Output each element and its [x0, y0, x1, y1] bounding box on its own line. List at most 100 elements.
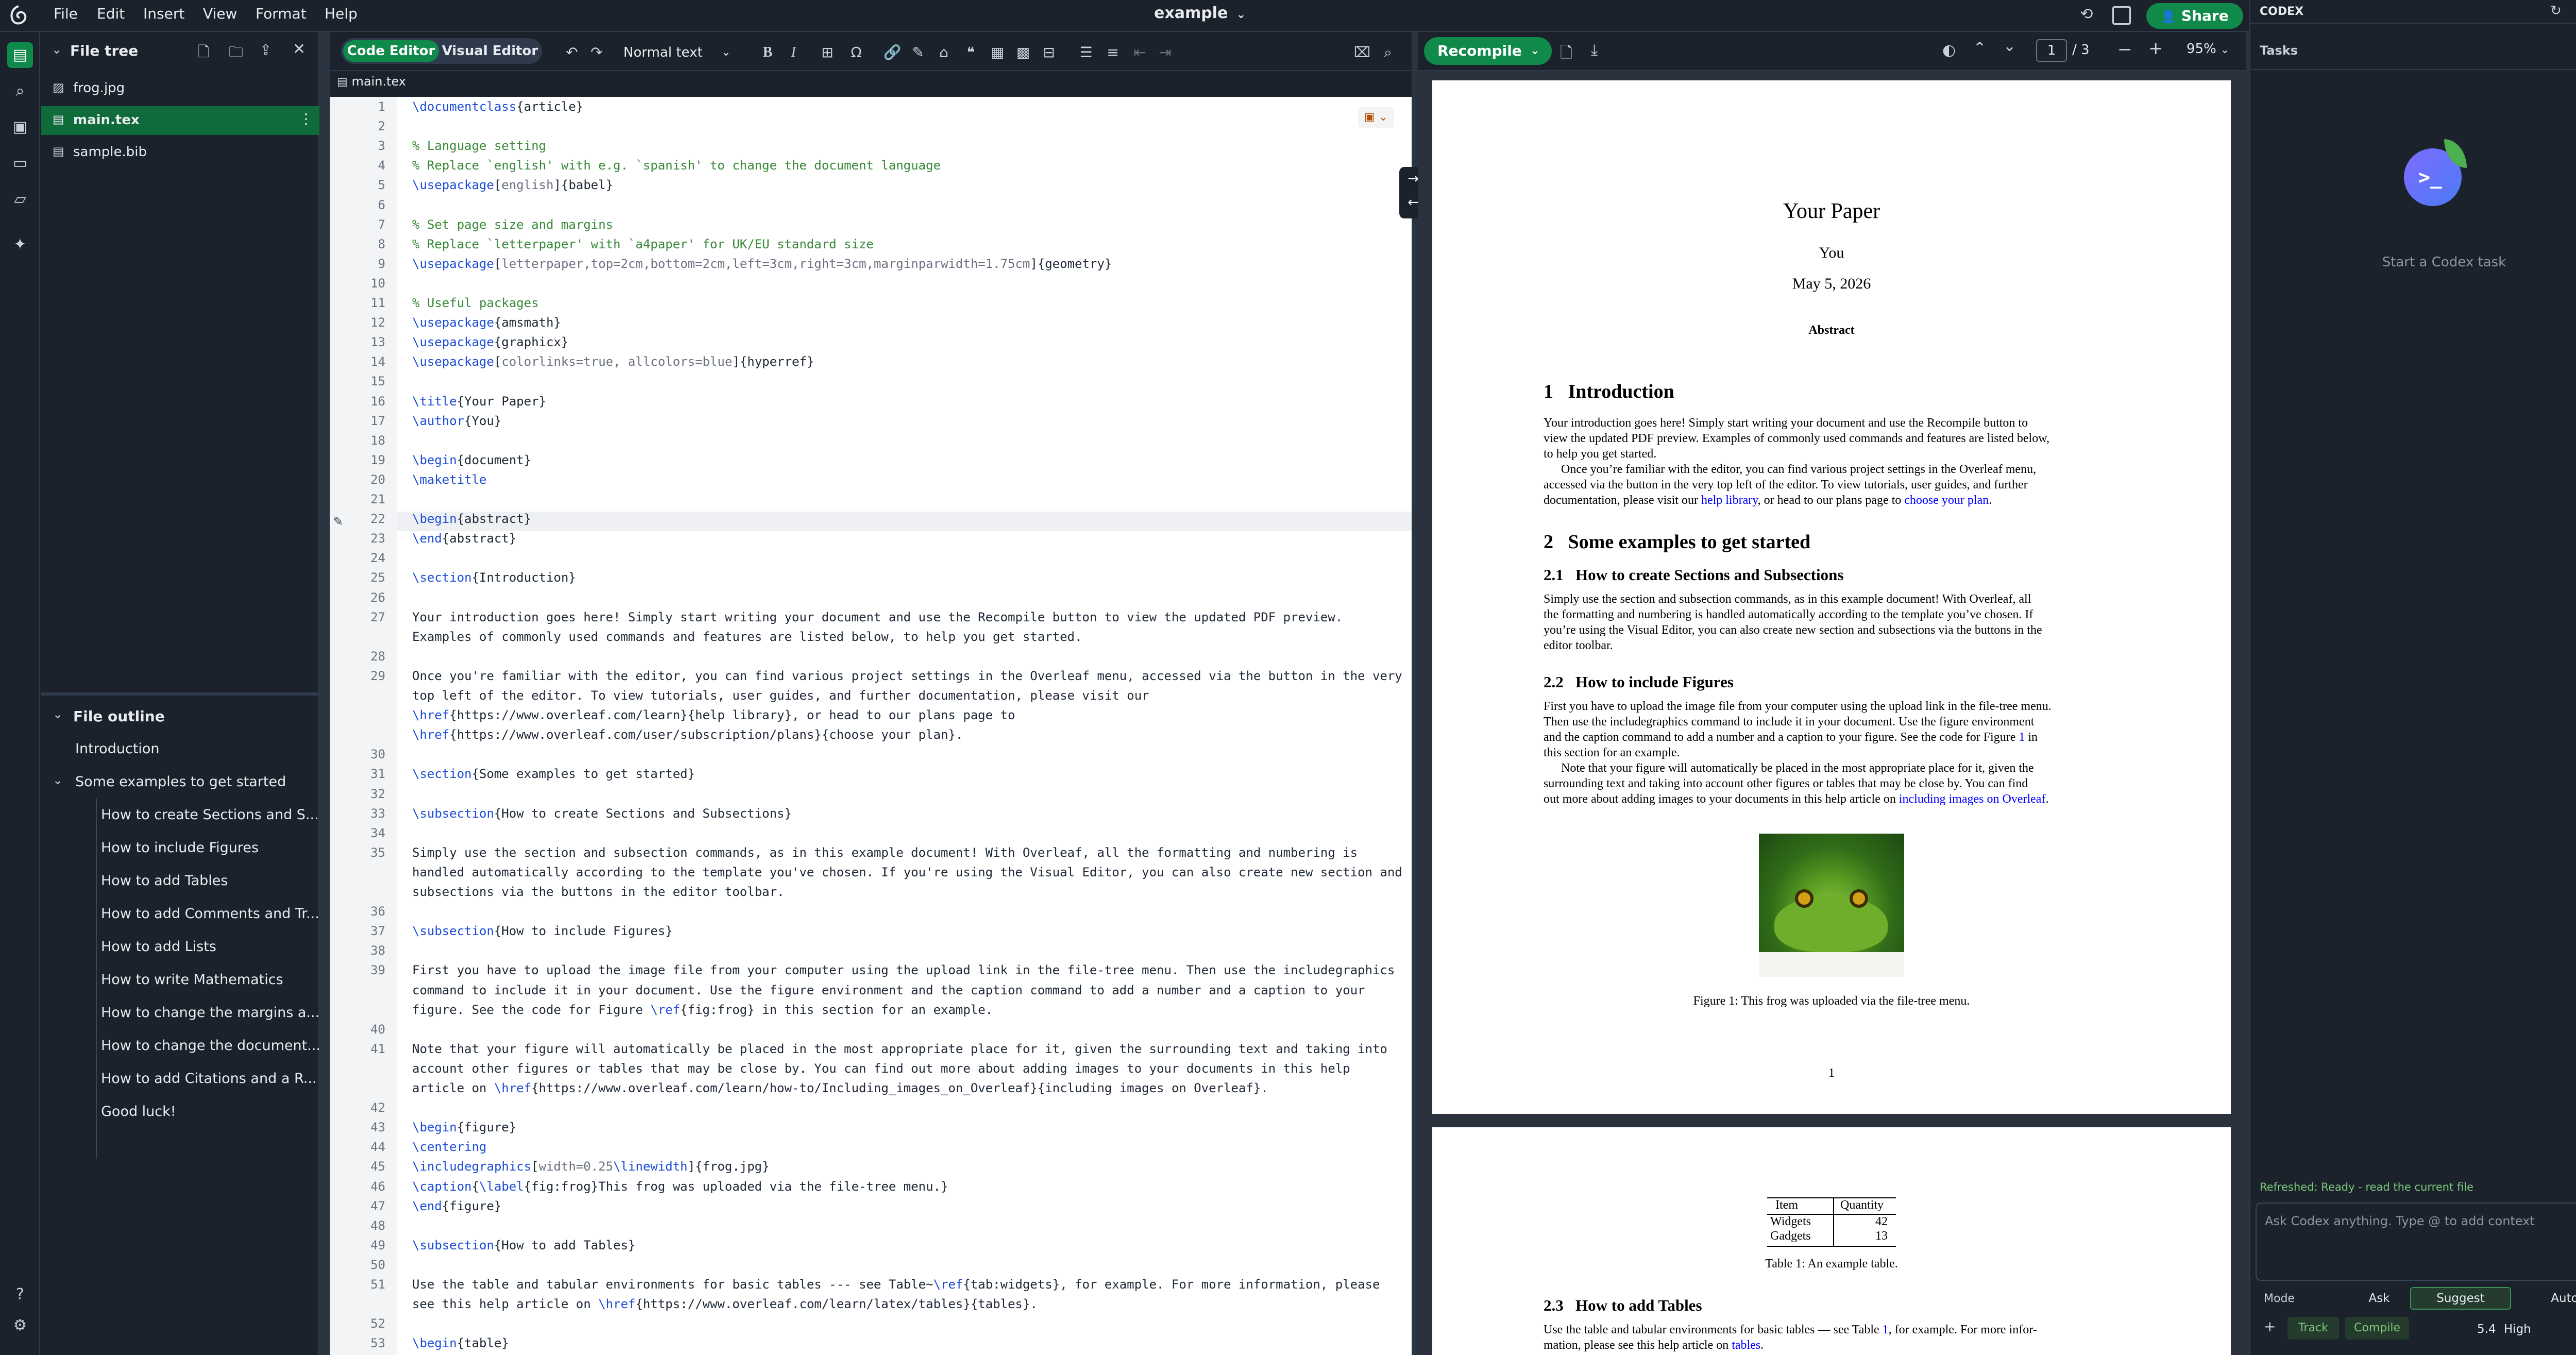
menu-edit[interactable]: Edit [97, 5, 125, 22]
code-line[interactable]: \end{abstract} [412, 529, 1406, 548]
integrations-icon[interactable]: ▣ [7, 114, 33, 140]
outline-item[interactable]: How to change the document... [41, 1031, 319, 1060]
italic-icon[interactable]: I [782, 41, 805, 64]
math-icon[interactable]: ⊞ [816, 41, 839, 64]
file-tree-splitter[interactable] [319, 32, 330, 1355]
zoom-in-icon[interactable]: + [2148, 38, 2163, 59]
code-line[interactable]: First you have to upload the image file … [412, 960, 1406, 980]
chat-icon[interactable]: ▱ [7, 187, 33, 212]
search-icon[interactable]: ⌕ [7, 78, 33, 104]
code-line[interactable]: \section{Some examples to get started} [412, 764, 1406, 784]
code-line[interactable] [412, 1255, 1406, 1275]
outline-item[interactable]: How to include Figures [41, 834, 319, 862]
figure-icon[interactable]: ▦ [986, 41, 1009, 64]
code-line[interactable] [412, 371, 1406, 391]
refresh-icon[interactable]: ↻ [2550, 3, 2562, 19]
outline-item[interactable]: Introduction [41, 735, 319, 764]
menu-help[interactable]: Help [325, 5, 358, 22]
code-line[interactable]: Once you're familiar with the editor, yo… [412, 666, 1406, 686]
new-file-icon[interactable]: 🗋 [198, 41, 210, 66]
outline-item[interactable]: How to add Citations and a R... [41, 1064, 319, 1093]
search-icon[interactable]: ⌕ [1377, 41, 1399, 64]
tables-link[interactable]: tables [1732, 1339, 1760, 1352]
code-line[interactable]: Examples of commonly used commands and f… [412, 627, 1406, 647]
add-context-icon[interactable]: + [2264, 1318, 2276, 1335]
choose-plan-link[interactable]: choose your plan [1904, 494, 1989, 507]
bold-icon[interactable]: B [756, 41, 779, 64]
previous-page-icon[interactable]: ⌃ [1973, 39, 1986, 57]
code-editor-button[interactable]: Code Editor [343, 40, 439, 62]
history-icon[interactable]: ⟲ [2076, 5, 2097, 26]
editor-tab-main-tex[interactable]: ▤ main.tex [337, 74, 406, 94]
download-log-icon[interactable]: 🗋 [1560, 41, 1572, 67]
chevron-down-icon[interactable]: ⌄ [1530, 37, 1539, 65]
next-page-icon[interactable]: ⌄ [2003, 37, 2016, 55]
outdent-icon[interactable]: ⇤ [1128, 41, 1151, 64]
model-select[interactable]: 5.4 High ⌄ [2477, 1318, 2576, 1341]
upload-icon[interactable]: ⇪ [260, 41, 272, 58]
code-line[interactable]: \begin{table} [412, 1333, 1406, 1353]
table-ref-link[interactable]: 1 [1883, 1323, 1889, 1336]
help-icon[interactable]: ? [7, 1282, 33, 1308]
code-line[interactable]: \begin{figure} [412, 1117, 1406, 1137]
track-toggle[interactable]: Track [2287, 1317, 2339, 1340]
file-item-main-tex[interactable]: ▤ main.tex ⋮ [41, 106, 319, 135]
code-line[interactable] [412, 902, 1406, 921]
code-line[interactable]: see this help article on \href{https://w… [412, 1294, 1406, 1314]
outline-item[interactable]: Good luck! [41, 1097, 319, 1126]
file-item-sample-bib[interactable]: ▤ sample.bib [41, 138, 319, 167]
mode-suggest-button[interactable]: Suggest [2410, 1287, 2511, 1310]
code-line[interactable]: % Useful packages [412, 293, 1406, 313]
more-options-icon[interactable]: ⋮ [299, 110, 313, 127]
code-line[interactable] [412, 941, 1406, 960]
code-line[interactable]: \author{You} [412, 411, 1406, 431]
code-line[interactable]: \subsection{How to create Sections and S… [412, 804, 1406, 823]
zoom-out-icon[interactable]: − [2117, 39, 2132, 60]
code-line[interactable]: handled automatically according to the t… [412, 862, 1406, 882]
menu-view[interactable]: View [203, 5, 237, 22]
code-line[interactable]: \begin{document} [412, 450, 1406, 470]
settings-gear-icon[interactable]: ⚙ [7, 1313, 33, 1339]
code-line[interactable]: \documentclass{article} [412, 97, 1406, 116]
code-line[interactable]: \includegraphics[width=0.25\linewidth]{f… [412, 1157, 1406, 1176]
code-line[interactable]: \usepackage[english]{babel} [412, 175, 1406, 195]
outline-item[interactable]: How to add Lists [41, 933, 319, 961]
code-line[interactable]: \href{https://www.overleaf.com/learn}{he… [412, 705, 1406, 725]
code-line[interactable]: % Language setting [412, 136, 1406, 156]
citation-icon[interactable]: ❝ [959, 41, 982, 64]
layout-icon[interactable] [2112, 6, 2131, 25]
code-line[interactable] [412, 195, 1406, 215]
zoom-select[interactable]: 95% ⌄ [2187, 41, 2229, 57]
code-line[interactable] [412, 823, 1406, 843]
code-line[interactable]: % Replace `english' with e.g. `spanish' … [412, 156, 1406, 175]
code-line[interactable] [412, 1314, 1406, 1333]
visual-editor-button[interactable]: Visual Editor [440, 40, 540, 62]
code-line[interactable] [412, 647, 1406, 666]
label-tag-icon[interactable]: ⌂ [933, 41, 955, 64]
figure-ref-link[interactable]: 1 [2019, 731, 2025, 744]
outline-item[interactable]: How to change the margins a... [41, 998, 319, 1027]
code-line[interactable]: \section{Introduction} [412, 568, 1406, 587]
code-line[interactable]: \usepackage[letterpaper,top=2cm,bottom=2… [412, 254, 1406, 274]
code-line[interactable]: \centering [412, 1137, 1406, 1157]
cross-reference-icon[interactable]: ✎ [907, 41, 929, 64]
mode-auto-button[interactable]: Auto [2529, 1287, 2576, 1310]
comment-icon[interactable]: ▩ [1012, 41, 1035, 64]
code-line[interactable] [412, 548, 1406, 568]
close-icon[interactable]: ✕ [293, 40, 306, 58]
menu-format[interactable]: Format [256, 5, 307, 22]
code-line[interactable] [412, 431, 1406, 450]
code-line[interactable] [412, 588, 1406, 607]
code-line[interactable]: command to include it in your document. … [412, 980, 1406, 1000]
editor-pdf-splitter[interactable] [1412, 32, 1418, 1355]
new-folder-icon[interactable]: 🗀 [229, 41, 243, 66]
code-line[interactable]: \subsection{How to include Figures} [412, 921, 1406, 941]
code-line[interactable]: Your introduction goes here! Simply star… [412, 607, 1406, 627]
code-line[interactable] [412, 274, 1406, 293]
code-line[interactable]: Use the table and tabular environments f… [412, 1275, 1406, 1294]
code-line[interactable]: % Replace `letterpaper' with `a4paper' f… [412, 234, 1406, 254]
outline-header[interactable]: ⌄ File outline [41, 702, 319, 730]
panel-resize-handle[interactable] [41, 692, 319, 696]
menu-insert[interactable]: Insert [143, 5, 184, 22]
code-line[interactable]: account other figures or tables that may… [412, 1059, 1406, 1078]
